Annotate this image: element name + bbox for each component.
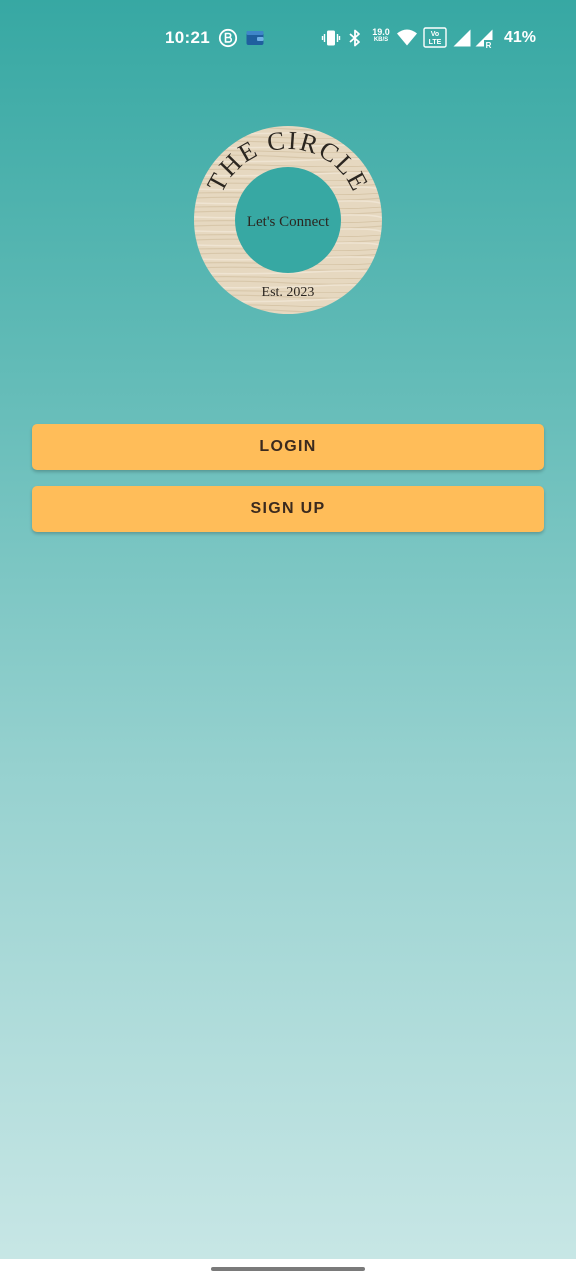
app-logo: THE CIRCLE Let's Connect Est. 2023: [194, 126, 382, 314]
signal-roaming-icon: R: [475, 29, 493, 50]
network-speed: 19.0 KB/S: [370, 28, 392, 44]
status-time: 10:21: [165, 28, 210, 47]
wifi-icon: [397, 29, 417, 46]
network-speed-value: 19.0: [372, 27, 390, 37]
volte-text-top: Vo: [431, 31, 439, 38]
wallet-icon: [246, 31, 264, 45]
roaming-r: R: [486, 41, 492, 50]
volte-icon: Vo LTE: [423, 27, 447, 48]
b-circle-icon: [218, 28, 238, 48]
logo-established: Est. 2023: [262, 285, 315, 300]
status-bar: 10:21 19.0 KB/S Vo LTE R 41%: [0, 0, 576, 78]
vibrate-icon: [321, 30, 341, 46]
navigation-bar: [0, 1259, 576, 1280]
login-button[interactable]: LOGIN: [32, 424, 544, 470]
sign-up-button[interactable]: SIGN UP: [32, 486, 544, 532]
bluetooth-icon: [349, 29, 360, 47]
volte-text-bottom: LTE: [429, 39, 442, 46]
home-indicator[interactable]: [211, 1267, 365, 1271]
signal-icon: [453, 29, 471, 47]
battery-level: 41%: [503, 29, 536, 46]
logo-tagline: Let's Connect: [247, 214, 330, 230]
network-speed-unit: KB/S: [373, 37, 389, 43]
